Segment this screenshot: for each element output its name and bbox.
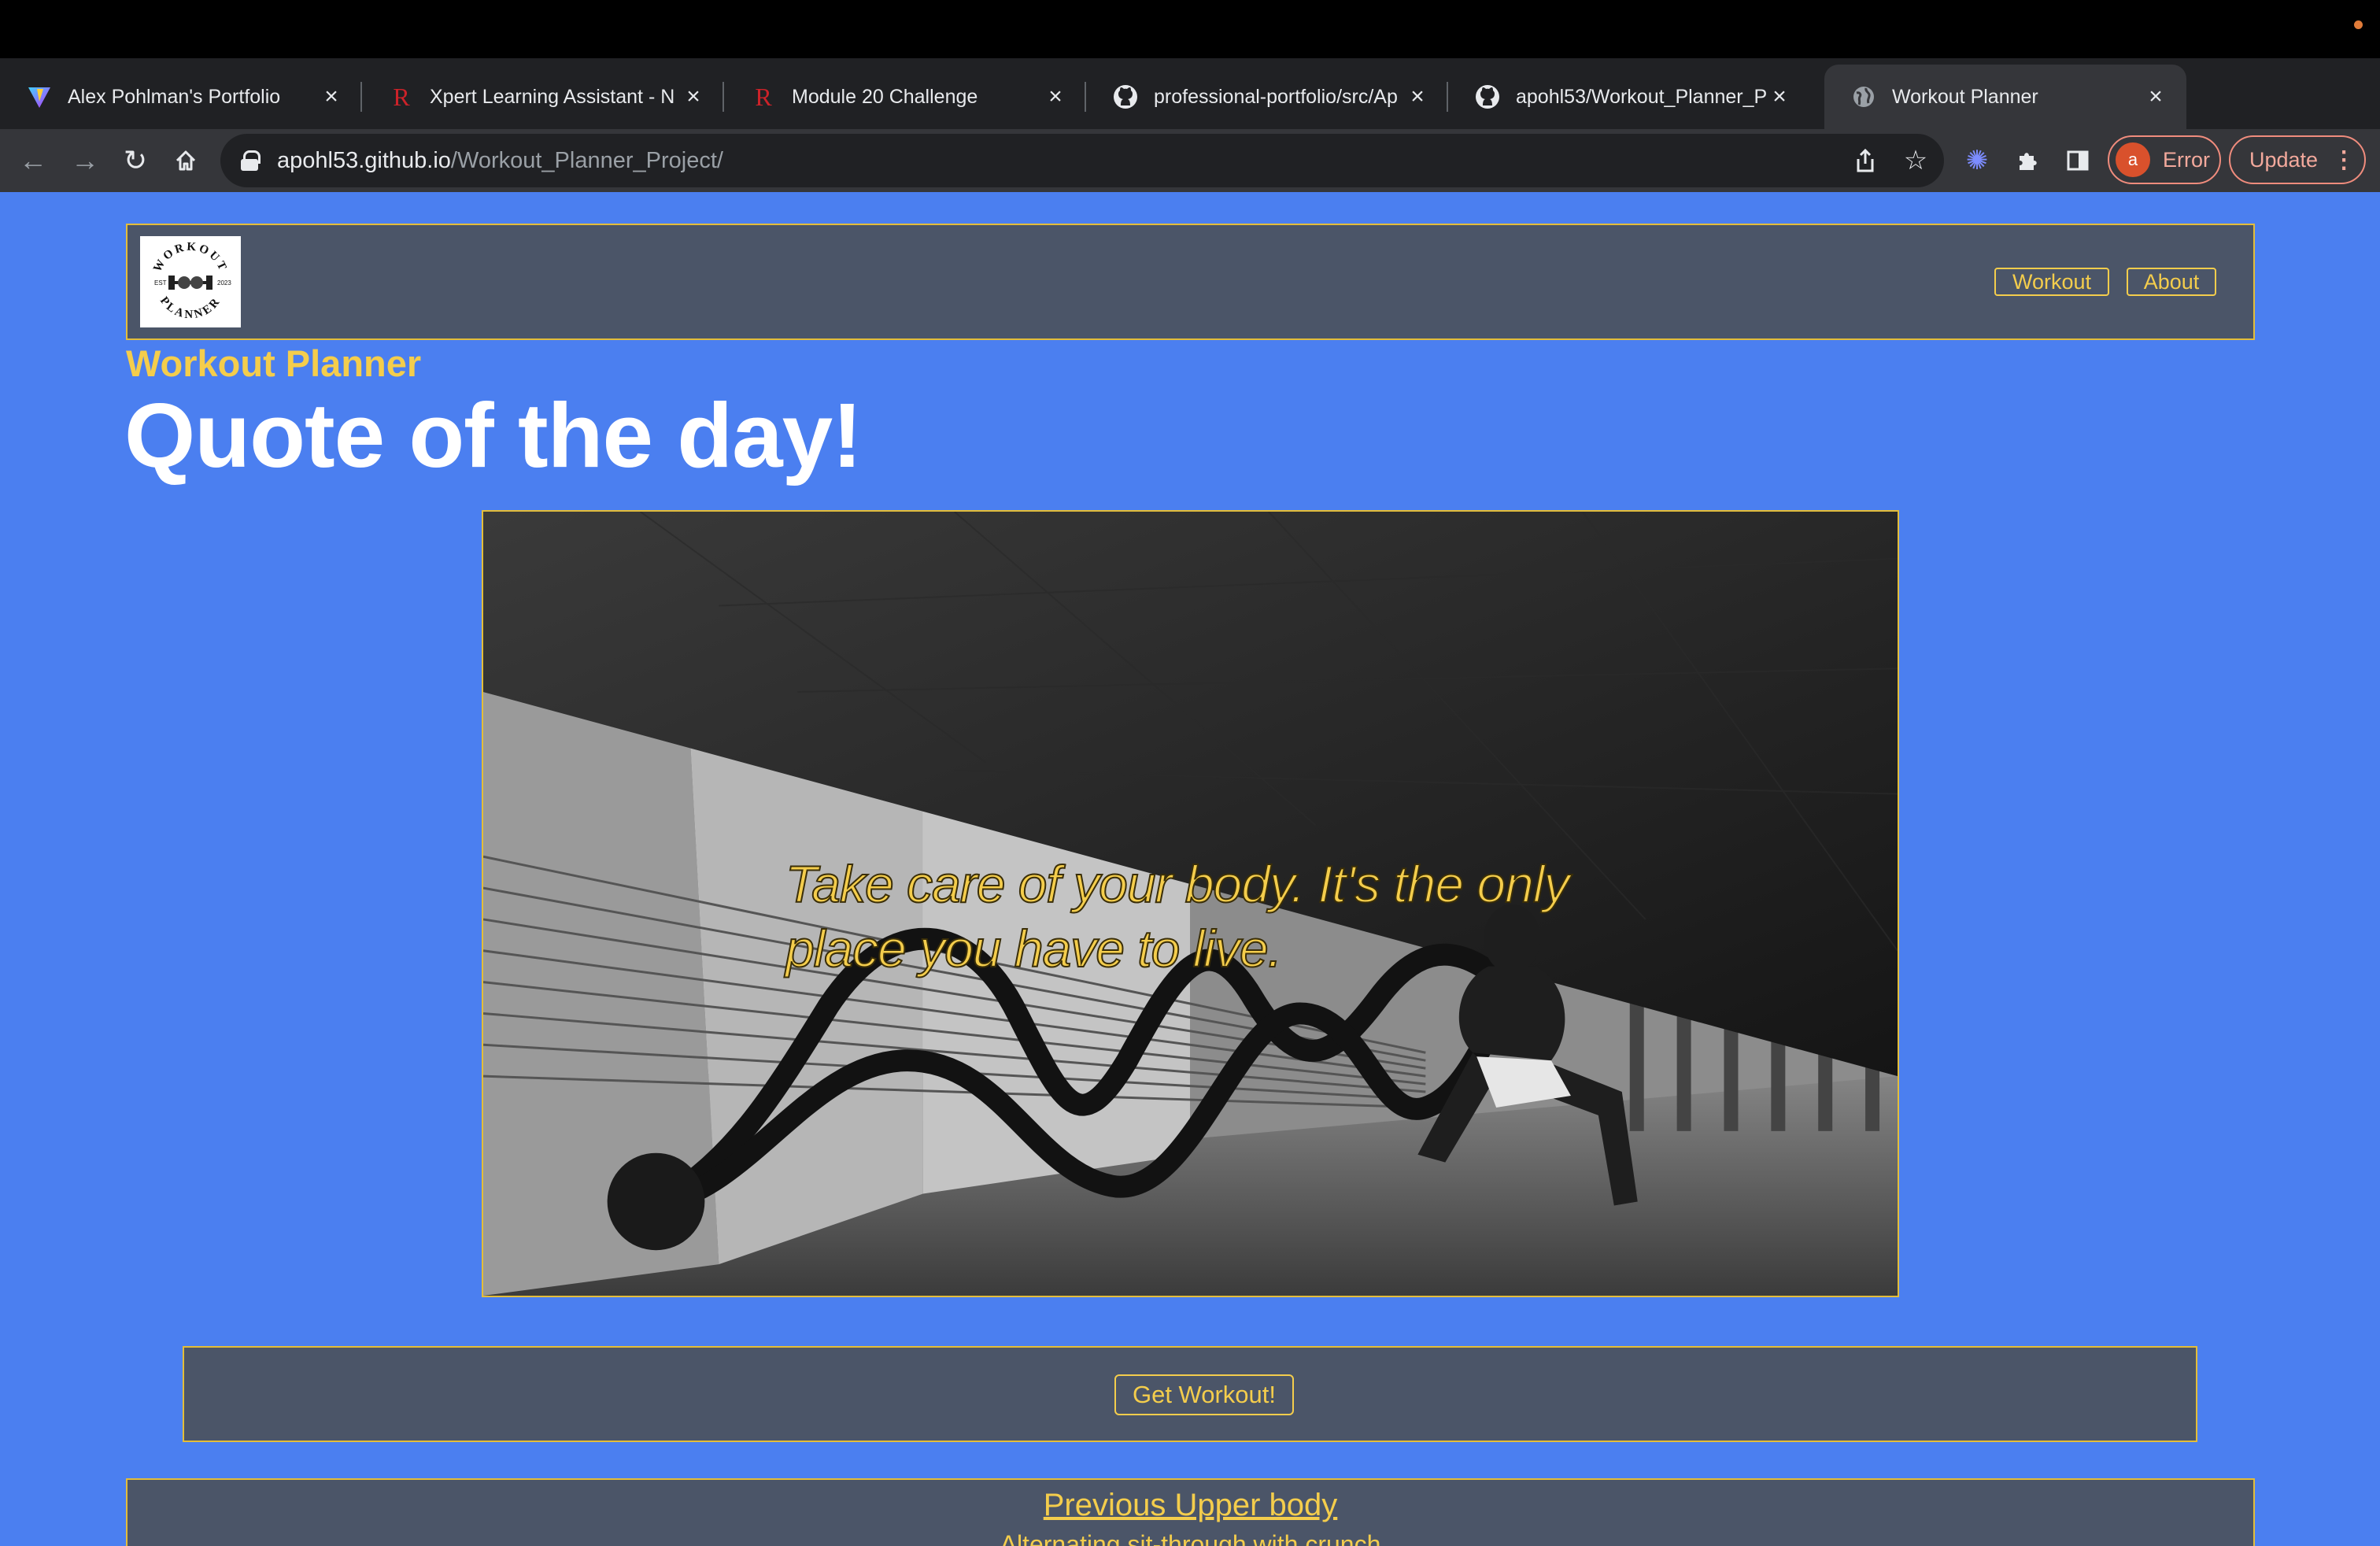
logo-right-text: 2023 xyxy=(217,279,231,287)
bookmark-star-icon[interactable]: ☆ xyxy=(1895,140,1936,181)
rutgers-r-icon: R xyxy=(393,82,410,111)
quote-hero-image: Take care of your body. It's the only pl… xyxy=(482,510,1899,1297)
tab-label: Workout Planner xyxy=(1892,85,2038,108)
get-workout-button[interactable]: Get Workout! xyxy=(1114,1374,1294,1415)
close-icon[interactable]: × xyxy=(1404,83,1431,110)
more-vertical-icon: ⋮ xyxy=(2332,146,2356,173)
tab-bar: Alex Pohlman's Portfolio × R Xpert Learn… xyxy=(0,58,2380,165)
share-icon[interactable] xyxy=(1845,140,1886,181)
recording-indicator-icon xyxy=(2354,20,2363,29)
get-workout-panel: Get Workout! xyxy=(183,1346,2197,1442)
logo-left-text: EST xyxy=(154,279,167,287)
logo-emblem: WORKOUT PLANNER EST 2023 xyxy=(151,241,231,321)
url-path: /Workout_Planner_Project/ xyxy=(450,147,723,173)
close-icon[interactable]: × xyxy=(2142,83,2169,110)
extension-sun-icon[interactable]: ✺ xyxy=(1957,140,1998,181)
tab-label: professional-portfolio/src/Ap xyxy=(1154,85,1398,108)
browser-toolbar: ← → ↻ apohl53.github.io/Workout_Planner_… xyxy=(0,129,2380,192)
github-icon xyxy=(1113,84,1138,109)
svg-text:PLANNER: PLANNER xyxy=(157,294,224,321)
tab-github-portfolio[interactable]: professional-portfolio/src/Ap × xyxy=(1086,65,1448,129)
tab-label: Xpert Learning Assistant - N xyxy=(430,85,675,108)
page-title: Quote of the day! xyxy=(124,384,863,486)
tab-label: Module 20 Challenge xyxy=(792,85,978,108)
vite-logo-icon xyxy=(27,84,52,109)
tab-label: Alex Pohlman's Portfolio xyxy=(68,85,281,108)
update-label: Update xyxy=(2249,147,2319,172)
close-icon[interactable]: × xyxy=(1766,83,1793,110)
site-header: WORKOUT PLANNER EST 2023 Workout About xyxy=(126,224,2255,340)
logo-bottom-text: PLANNER xyxy=(157,294,221,321)
svg-text:WORKOUT: WORKOUT xyxy=(151,241,229,275)
forward-arrow-icon[interactable]: → xyxy=(65,140,105,181)
nav-workout-button[interactable]: Workout xyxy=(1994,268,2109,296)
nav-about-button[interactable]: About xyxy=(2127,268,2216,296)
tab-label: apohl53/Workout_Planner_P xyxy=(1516,85,1766,108)
window-title-strip xyxy=(0,0,2380,58)
profile-error-button[interactable]: a Error xyxy=(2108,135,2221,184)
quote-text: Take care of your body. It's the only pl… xyxy=(785,854,1571,978)
tab-portfolio[interactable]: Alex Pohlman's Portfolio × xyxy=(0,65,362,129)
side-panel-icon[interactable] xyxy=(2057,140,2098,181)
home-icon[interactable] xyxy=(165,140,206,181)
previous-workout-panel: Previous Upper body Alternating sit-thro… xyxy=(126,1478,2255,1546)
tab-module-20[interactable]: R Module 20 Challenge × xyxy=(724,65,1086,129)
address-bar[interactable]: apohl53.github.io/Workout_Planner_Projec… xyxy=(220,134,1944,187)
close-icon[interactable]: × xyxy=(1042,83,1069,110)
rutgers-r-icon: R xyxy=(755,82,772,111)
url-host: apohl53.github.io xyxy=(277,147,451,173)
previous-workout-exercise: Alternating sit-through with crunch xyxy=(1000,1530,1381,1546)
globe-icon xyxy=(1851,84,1876,109)
tab-workout-planner[interactable]: Workout Planner × xyxy=(1824,65,2186,129)
brand-title: Workout Planner xyxy=(126,342,422,384)
tab-xpert-learning[interactable]: R Xpert Learning Assistant - N × xyxy=(362,65,724,129)
github-icon xyxy=(1475,84,1500,109)
logo-top-text: WORKOUT xyxy=(151,241,227,275)
close-icon[interactable]: × xyxy=(318,83,345,110)
reload-icon[interactable]: ↻ xyxy=(115,140,156,181)
previous-workout-link[interactable]: Previous Upper body xyxy=(128,1488,2253,1523)
update-button[interactable]: Update ⋮ xyxy=(2229,135,2366,184)
extensions-puzzle-icon[interactable] xyxy=(2007,140,2048,181)
close-icon[interactable]: × xyxy=(680,83,707,110)
tab-github-workout-planner[interactable]: apohl53/Workout_Planner_P × xyxy=(1448,65,1810,129)
workout-planner-logo[interactable]: WORKOUT PLANNER EST 2023 xyxy=(140,236,241,327)
page-viewport: WORKOUT PLANNER EST 2023 Workout About W… xyxy=(0,192,2380,1546)
error-label: Error xyxy=(2163,147,2210,172)
profile-avatar: a xyxy=(2116,142,2150,177)
lock-icon xyxy=(241,150,261,171)
back-arrow-icon[interactable]: ← xyxy=(13,140,54,181)
